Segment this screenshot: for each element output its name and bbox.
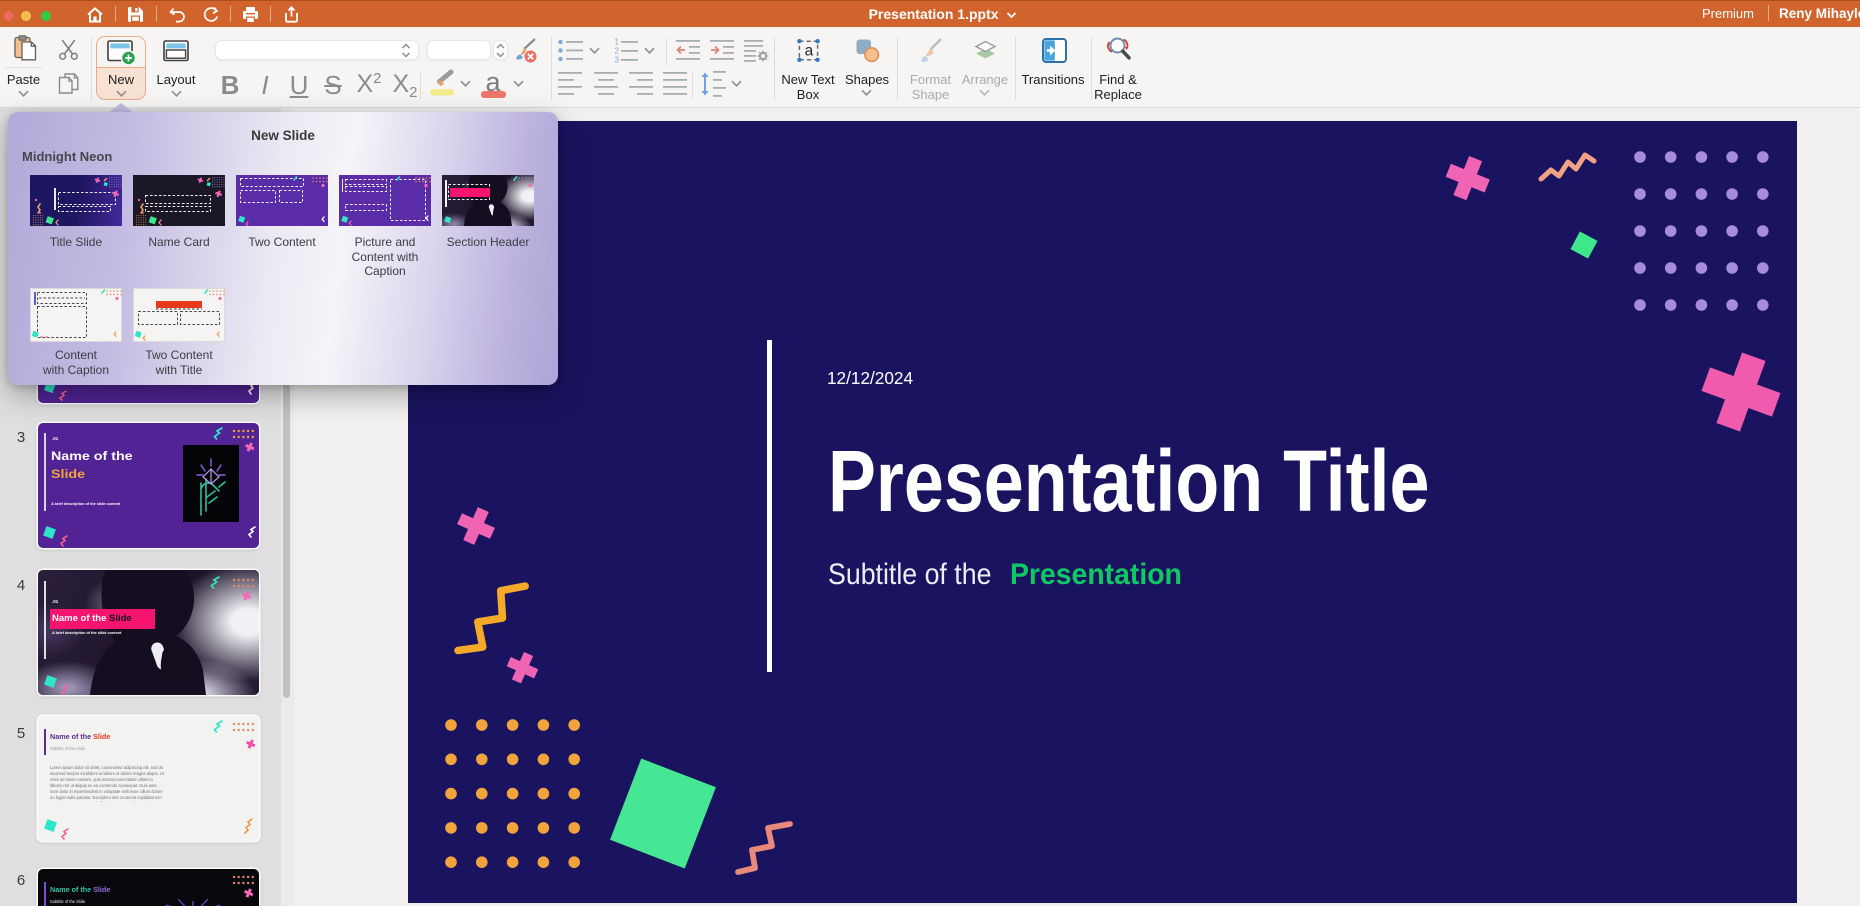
svg-text:1: 1: [615, 38, 620, 47]
svg-text:3: 3: [615, 56, 620, 65]
svg-text:2: 2: [615, 47, 620, 56]
svg-text:a: a: [805, 43, 814, 60]
